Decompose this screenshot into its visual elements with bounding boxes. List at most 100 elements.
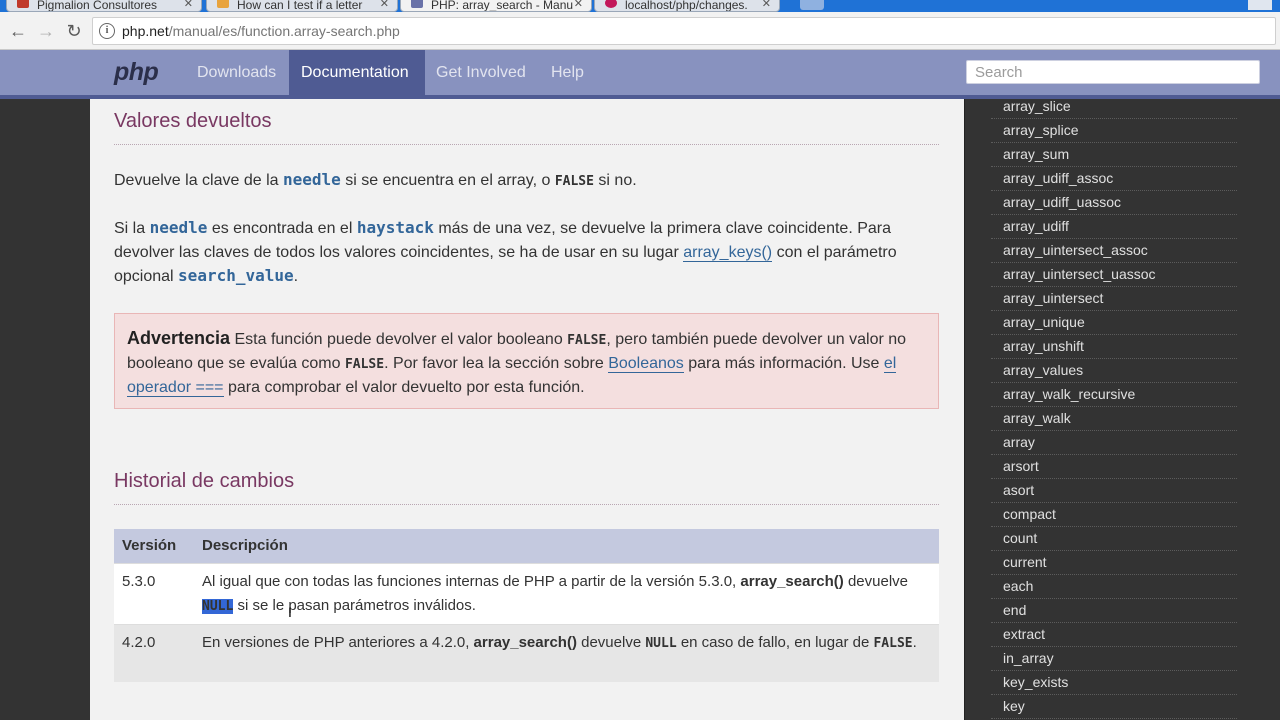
cell-version: 4.2.0 [114, 623, 194, 682]
php-icon [411, 0, 423, 8]
cell-description: En versiones de PHP anteriores a 4.2.0, … [194, 623, 939, 682]
sidebar-item[interactable]: array_uintersect [991, 287, 1237, 311]
info-icon[interactable]: i [99, 23, 115, 39]
warning-box: Advertencia Esta función puede devolver … [114, 313, 939, 409]
text: Al igual que con todas las funciones int… [202, 572, 741, 590]
returns-paragraph-2: Si la needle es encontrada en el haystac… [114, 217, 939, 289]
literal-false: FALSE [554, 174, 594, 189]
new-tab-button[interactable] [800, 0, 824, 10]
close-icon[interactable]: ✕ [184, 0, 193, 10]
text: si se encuentra en el array, o [340, 172, 555, 189]
text: . Por favor lea la sección sobre [384, 355, 609, 372]
browser-tab[interactable]: Pigmalion Consultores ✕ [6, 0, 202, 12]
text: . [912, 633, 917, 651]
sidebar-item[interactable]: array_walk_recursive [991, 383, 1237, 407]
param-haystack: haystack [356, 218, 434, 237]
sidebar-item[interactable]: end [991, 599, 1237, 623]
param-needle: needle [282, 170, 341, 189]
url-text[interactable]: php.net/manual/es/function.array-search.… [122, 23, 400, 39]
nav-get-involved[interactable]: Get Involved [424, 50, 538, 99]
close-icon[interactable]: ✕ [380, 0, 389, 10]
sidebar-item[interactable]: array_udiff_assoc [991, 167, 1237, 191]
column-header-description: Descripción [194, 529, 939, 563]
text: Esta función puede devolver el valor boo… [230, 331, 568, 348]
sidebar-item[interactable]: array_values [991, 359, 1237, 383]
sidebar-item[interactable]: array_slice [991, 99, 1237, 119]
search-input[interactable]: Search [966, 60, 1260, 84]
browser-toolbar: ← → ↻ i php.net/manual/es/function.array… [0, 12, 1280, 50]
cell-description: Al igual que con todas las funciones int… [194, 562, 939, 624]
text: devuelve [576, 633, 646, 651]
php-logo[interactable]: php [114, 58, 159, 87]
text: si se le pasan parámetros inválidos. [233, 596, 476, 614]
sidebar-item[interactable]: array_unique [991, 311, 1237, 335]
sidebar-item[interactable]: compact [991, 503, 1237, 527]
site-navbar: php Downloads Documentation Get Involved… [0, 50, 1280, 99]
link-booleanos[interactable]: Booleanos [608, 355, 684, 373]
sidebar-item[interactable]: count [991, 527, 1237, 551]
divider [114, 504, 939, 505]
text: en caso de fallo, en lugar de [676, 633, 874, 651]
literal-false: FALSE [344, 357, 385, 372]
browser-tab-active[interactable]: PHP: array_search - Manu ✕ [400, 0, 592, 12]
text: si no. [593, 172, 637, 189]
text-cursor-icon: I [288, 604, 292, 620]
browser-tab[interactable]: localhost/php/changes. ✕ [594, 0, 780, 12]
browser-tabstrip: Pigmalion Consultores ✕ How can I test i… [0, 0, 1280, 12]
gmail-icon [17, 0, 29, 8]
window-controls[interactable] [1248, 0, 1272, 10]
close-icon[interactable]: ✕ [762, 0, 771, 10]
sidebar-item[interactable]: array_uintersect_uassoc [991, 263, 1237, 287]
sidebar-item[interactable]: in_array [991, 647, 1237, 671]
sidebar-item[interactable]: extract [991, 623, 1237, 647]
tab-title: PHP: array_search - Manu [431, 0, 574, 12]
close-icon[interactable]: ✕ [574, 0, 583, 10]
reload-icon[interactable]: ↻ [64, 21, 84, 41]
function-name: array_search() [473, 633, 577, 651]
sidebar-item[interactable]: key [991, 695, 1237, 719]
globe-icon [605, 0, 617, 8]
function-sidebar: array_slice array_splice array_sum array_ud… [964, 99, 1280, 720]
nav-help[interactable]: Help [539, 50, 596, 99]
cell-version: 5.3.0 [114, 562, 194, 624]
sidebar-item[interactable]: each [991, 575, 1237, 599]
sidebar-item[interactable]: array [991, 431, 1237, 455]
sidebar-item[interactable]: key_exists [991, 671, 1237, 695]
sidebar-item[interactable]: array_walk [991, 407, 1237, 431]
sidebar-item[interactable]: array_sum [991, 143, 1237, 167]
browser-tab[interactable]: How can I test if a letter ✕ [206, 0, 398, 12]
forward-arrow-icon[interactable]: → [36, 21, 56, 41]
table-header-row: Versión Descripción [114, 529, 939, 563]
text: . [293, 268, 299, 285]
warning-title: Advertencia [127, 328, 231, 348]
sidebar-item[interactable]: array_unshift [991, 335, 1237, 359]
sidebar-item[interactable]: arsort [991, 455, 1237, 479]
sidebar-item[interactable]: current [991, 551, 1237, 575]
sidebar-item[interactable]: array_splice [991, 119, 1237, 143]
text: devuelve [843, 572, 909, 590]
main-content: Valores devueltos Devuelve la clave de l… [90, 99, 964, 720]
sidebar-item[interactable]: array_udiff [991, 215, 1237, 239]
sidebar-list: array_slice array_splice array_sum array_ud… [991, 99, 1237, 719]
address-bar[interactable]: i php.net/manual/es/function.array-searc… [92, 17, 1276, 45]
section-heading-returns: Valores devueltos [114, 110, 272, 132]
back-arrow-icon[interactable]: ← [8, 21, 28, 41]
sidebar-item[interactable]: asort [991, 479, 1237, 503]
literal-false: FALSE [567, 333, 607, 348]
sidebar-item[interactable]: array_uintersect_assoc [991, 239, 1237, 263]
sidebar-item[interactable]: array_udiff_uassoc [991, 191, 1237, 215]
text: para más información. Use [683, 355, 884, 372]
nav-downloads[interactable]: Downloads [185, 50, 288, 99]
returns-paragraph-1: Devuelve la clave de la needle si se enc… [114, 169, 939, 193]
tab-title: localhost/php/changes. [625, 0, 748, 12]
literal-false: FALSE [873, 635, 913, 651]
param-needle: needle [149, 218, 208, 237]
changelog-table: Versión Descripción 5.3.0 Al igual que c… [114, 529, 939, 682]
column-header-version: Versión [114, 529, 194, 563]
url-path: /manual/es/function.array-search.php [168, 23, 400, 39]
literal-null-selected: NULL [202, 598, 234, 614]
divider [114, 144, 939, 145]
link-array-keys[interactable]: array_keys() [683, 244, 773, 262]
nav-documentation[interactable]: Documentation [289, 50, 425, 99]
text: es encontrada en el [207, 220, 357, 237]
